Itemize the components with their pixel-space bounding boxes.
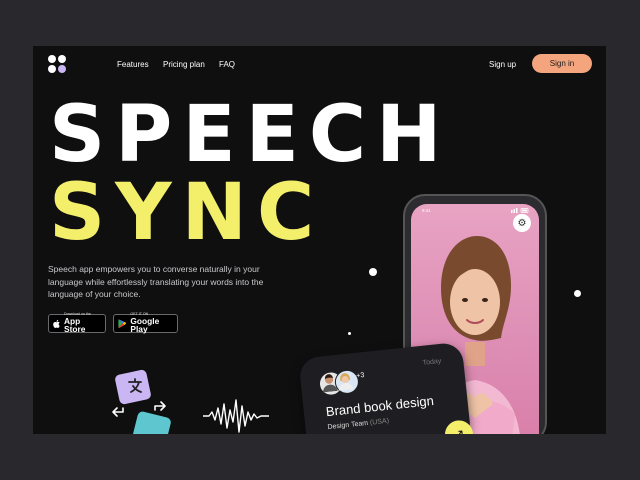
- card-date: Today: [422, 357, 442, 367]
- hero-title-line1: SPEECH: [49, 90, 452, 180]
- decorative-dot: [348, 332, 351, 335]
- sign-up-link[interactable]: Sign up: [489, 60, 516, 69]
- app-store-button[interactable]: Download on the App Store: [48, 313, 106, 335]
- arrow-up-right-icon[interactable]: ↗: [443, 419, 475, 434]
- decorative-dot: [574, 290, 581, 297]
- card-title: Brand book design: [325, 392, 435, 420]
- card-team-name: Design Team: [327, 419, 369, 432]
- hero-title-line2: SYNC: [49, 168, 325, 258]
- decorative-dot: [369, 268, 377, 276]
- hero-description: Speech app empowers you to converse natu…: [48, 264, 264, 299]
- landing-page: Features Pricing plan FAQ Sign up Sign i…: [33, 46, 606, 434]
- project-card[interactable]: +3 Today Brand book design Design Team (…: [298, 341, 475, 434]
- translate-icon: [112, 369, 171, 434]
- app-store-label: App Store: [64, 315, 86, 335]
- soundwave-icon: [203, 399, 269, 433]
- nav-faq[interactable]: FAQ: [219, 60, 235, 69]
- google-play-label: Google Play: [130, 315, 160, 335]
- card-region: (USA): [369, 417, 390, 427]
- nav-pricing-plan[interactable]: Pricing plan: [163, 60, 205, 69]
- avatar-overflow-count: +3: [356, 372, 365, 380]
- google-play-icon: [118, 319, 127, 329]
- logo-icon[interactable]: [48, 55, 66, 73]
- sign-in-button[interactable]: Sign in: [532, 54, 592, 73]
- apple-icon: [53, 319, 60, 328]
- card-team: Design Team (USA): [327, 418, 389, 431]
- google-play-button[interactable]: GET IT ON Google Play: [113, 313, 178, 335]
- nav-features[interactable]: Features: [117, 60, 149, 69]
